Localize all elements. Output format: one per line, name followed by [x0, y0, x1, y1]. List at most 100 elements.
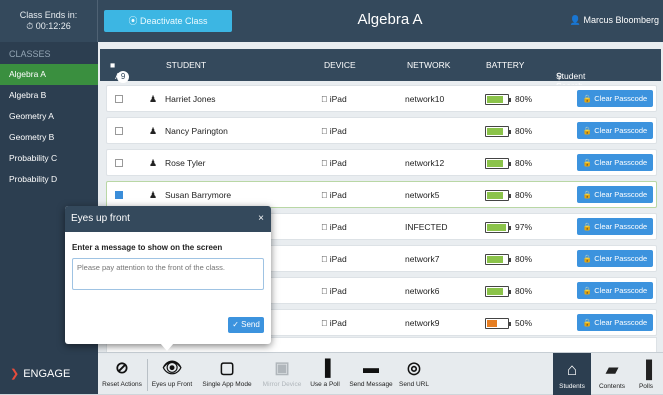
- device-name:  iPad: [321, 286, 347, 296]
- battery-percent: 80%: [515, 94, 533, 104]
- clear-passcode-button[interactable]: 🔒 Clear Passcode: [577, 122, 653, 139]
- eyes-up-front-button[interactable]: 👁 Eyes up Front: [149, 353, 195, 395]
- battery-fill: [487, 96, 503, 103]
- send-button[interactable]: ✓ Send: [228, 317, 264, 333]
- send-url-button[interactable]: ◎ Send URL: [396, 353, 432, 395]
- sidebar-item-probability-c[interactable]: Probability C: [0, 148, 98, 169]
- battery-fill: [487, 192, 503, 199]
- battery-icon: [485, 126, 511, 137]
- clear-passcode-button[interactable]: 🔒 Clear Passcode: [577, 218, 653, 235]
- tablet-icon: ▢: [219, 360, 235, 377]
- row-checkbox[interactable]: [115, 159, 123, 167]
- brand-logo: ❯ ENGAGE: [0, 352, 98, 394]
- page-title: Algebra A: [357, 11, 423, 28]
- sidebar-heading: CLASSES: [9, 49, 51, 59]
- column-header-student[interactable]: STUDENT: [166, 60, 206, 70]
- table-row[interactable]: ♟ Susan Barrymore  iPad network5 80% 🔒 Clear…: [106, 181, 657, 208]
- battery-fill: [487, 160, 503, 167]
- battery-icon: [485, 318, 511, 329]
- nav-contents-label: Contents: [598, 383, 626, 390]
- folder-icon: ▰: [605, 360, 619, 379]
- sidebar-item-algebra-a[interactable]: Algebra A: [0, 64, 98, 85]
- clear-passcode-button[interactable]: 🔒 Clear Passcode: [577, 154, 653, 171]
- mirror-icon: ▣: [274, 360, 290, 377]
- network-name: network9: [405, 318, 440, 328]
- sidebar-item-geometry-a[interactable]: Geometry A: [0, 106, 98, 127]
- row-checkbox[interactable]: [115, 191, 123, 199]
- battery-percent: 80%: [515, 126, 533, 136]
- eyes-up-front-dialog: Eyes up front × Enter a message to show …: [65, 206, 271, 344]
- use-a-poll-label: Use a Poll: [310, 381, 340, 388]
- student-name: Rose Tyler: [165, 158, 206, 168]
- device-name:  iPad: [321, 254, 347, 264]
- dialog-title: Eyes up front: [65, 206, 271, 232]
- polls-icon: ▐: [639, 360, 653, 379]
- battery-icon: [485, 222, 511, 233]
- battery-icon: [485, 254, 511, 265]
- eye-icon: 👁: [161, 360, 183, 377]
- user-name[interactable]: 👤 Marcus Bloomberg: [570, 15, 659, 26]
- student-name: Nancy Parington: [165, 126, 228, 136]
- use-a-poll-button[interactable]: ▐ Use a Poll: [306, 353, 344, 395]
- mirror-device-button[interactable]: ▣ Mirror Device: [258, 353, 306, 395]
- student-name: Susan Barrymore: [165, 190, 232, 200]
- action-toolbar: ⊘ Reset Actions 👁 Eyes up Front ▢ Single Ap…: [98, 352, 663, 395]
- nav-contents[interactable]: ▰ Contents: [593, 353, 631, 395]
- row-checkbox[interactable]: [115, 127, 123, 135]
- column-header-device[interactable]: DEVICE: [324, 60, 356, 70]
- person-icon: ♟: [149, 94, 158, 104]
- nav-polls[interactable]: ▐ Polls: [629, 353, 663, 395]
- eyes-up-front-label: Eyes up Front: [151, 381, 193, 388]
- sidebar-item-algebra-b[interactable]: Algebra B: [0, 85, 98, 106]
- clear-passcode-button[interactable]: 🔒 Clear Passcode: [577, 314, 653, 331]
- network-name: network7: [405, 254, 440, 264]
- clear-passcode-button[interactable]: 🔒 Clear Passcode: [577, 282, 653, 299]
- clear-passcode-button[interactable]: 🔒 Clear Passcode: [577, 90, 653, 107]
- person-icon: ♟: [149, 158, 158, 168]
- row-checkbox[interactable]: [115, 95, 123, 103]
- timer-label: Class Ends in:: [19, 10, 78, 20]
- battery-percent: 80%: [515, 190, 533, 200]
- battery-percent: 50%: [515, 318, 533, 328]
- battery-fill: [487, 256, 503, 263]
- reset-icon: ⊘: [115, 360, 129, 377]
- table-row[interactable]: ♟ Rose Tyler  iPad network12 80% 🔒 Clear Pas…: [106, 149, 657, 176]
- battery-fill: [487, 288, 503, 295]
- nav-students[interactable]: ⌂ Students: [553, 353, 591, 395]
- battery-fill: [487, 224, 507, 231]
- poll-icon: ▐: [319, 360, 331, 377]
- battery-percent: 80%: [515, 286, 533, 296]
- device-name:  iPad: [321, 190, 347, 200]
- clear-passcode-button[interactable]: 🔒 Clear Passcode: [577, 186, 653, 203]
- table-row[interactable]: ♟ Nancy Parington  iPad 80% 🔒 Clear Passcod…: [106, 117, 657, 144]
- send-message-button[interactable]: ▬ Send Message: [346, 353, 396, 395]
- deactivate-class-button[interactable]: ⦿ Deactivate Class: [104, 10, 232, 32]
- reset-actions-label: Reset Actions: [102, 381, 142, 388]
- battery-percent: 80%: [515, 158, 533, 168]
- sidebar-item-probability-d[interactable]: Probability D: [0, 169, 98, 190]
- single-app-mode-button[interactable]: ▢ Single App Mode: [197, 353, 257, 395]
- column-header-network[interactable]: NETWORK: [407, 60, 450, 70]
- dialog-pointer: [160, 343, 174, 351]
- class-timer: Class Ends in: ⏱ 00:12:26: [0, 0, 98, 42]
- column-header-battery[interactable]: BATTERY: [486, 60, 524, 70]
- clear-passcode-button[interactable]: 🔒 Clear Passcode: [577, 250, 653, 267]
- network-name: network12: [405, 158, 445, 168]
- device-name:  iPad: [321, 94, 347, 104]
- battery-icon: [485, 94, 511, 105]
- battery-percent: 80%: [515, 254, 533, 264]
- battery-icon: [485, 286, 511, 297]
- graduation-cap-icon: ⌂: [566, 360, 578, 379]
- select-all-checkbox[interactable]: ■ All 9: [110, 60, 130, 83]
- message-input[interactable]: [72, 258, 264, 290]
- message-label: Enter a message to show on the screen: [72, 243, 223, 252]
- reset-actions-button[interactable]: ⊘ Reset Actions: [98, 353, 146, 395]
- table-row[interactable]: ♟ Harriet Jones  iPad network10 80% 🔒 Clear …: [106, 85, 657, 112]
- sidebar-item-geometry-b[interactable]: Geometry B: [0, 127, 98, 148]
- student-count-badge: 9: [117, 71, 130, 83]
- network-name: network6: [405, 286, 440, 296]
- send-url-label: Send URL: [399, 381, 429, 388]
- battery-icon: [485, 190, 511, 201]
- person-icon: ♟: [149, 126, 158, 136]
- close-icon[interactable]: ×: [258, 213, 264, 224]
